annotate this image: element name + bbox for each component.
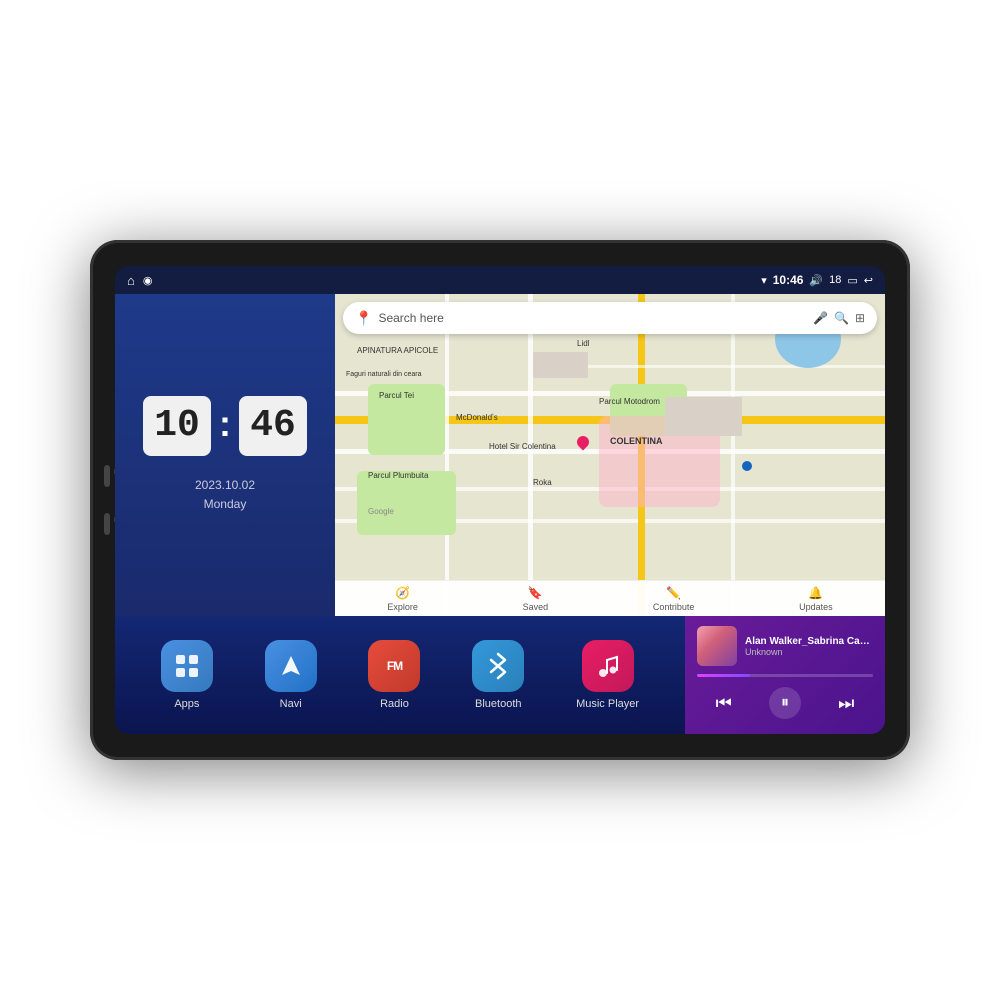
map-label-faguri: Faguri naturali din ceara bbox=[346, 371, 422, 378]
screen-bezel: ⌂ ◉ ▾ 10:46 🔊 18 ▭ ↩ bbox=[115, 266, 885, 734]
apps-label: Apps bbox=[174, 698, 199, 710]
updates-icon: 🔔 bbox=[808, 586, 823, 600]
home-icon[interactable]: ⌂ bbox=[127, 273, 135, 288]
clock-widget: 10 : 46 2023.10.02 Monday bbox=[115, 294, 335, 616]
status-left: ⌂ ◉ bbox=[127, 273, 152, 288]
saved-icon: 🔖 bbox=[528, 586, 543, 600]
map-search-bar[interactable]: 📍 Search here 🎤 🔍 ⊞ bbox=[343, 302, 877, 334]
bluetooth-label: Bluetooth bbox=[475, 698, 521, 710]
music-artist: Unknown bbox=[745, 647, 873, 657]
map-label-mcdonalds: McDonaldʼs bbox=[456, 413, 498, 422]
music-info: Alan Walker_Sabrina Carpenter_F... Unkno… bbox=[697, 626, 873, 666]
contribute-icon: ✏️ bbox=[666, 586, 681, 600]
map-label-tei: Parcul Tei bbox=[379, 391, 414, 400]
music-text: Alan Walker_Sabrina Carpenter_F... Unkno… bbox=[745, 636, 873, 657]
music-progress-bar bbox=[697, 674, 873, 677]
navi-label: Navi bbox=[280, 698, 302, 710]
music-widget: Alan Walker_Sabrina Carpenter_F... Unkno… bbox=[685, 616, 885, 734]
navi-icon bbox=[265, 640, 317, 692]
music-thumbnail bbox=[697, 626, 737, 666]
map-nav-explore[interactable]: 🧭 Explore bbox=[387, 586, 418, 612]
music-controls: ⏮ ⏸ ⏭ bbox=[697, 687, 873, 719]
bluetooth-icon-bg bbox=[472, 640, 524, 692]
contribute-label: Contribute bbox=[653, 602, 695, 612]
app-item-music[interactable]: Music Player bbox=[576, 640, 639, 710]
explore-label: Explore bbox=[387, 602, 418, 612]
next-button[interactable]: ⏭ bbox=[838, 693, 854, 714]
clock-display: 10 : 46 bbox=[143, 396, 307, 456]
map-search-placeholder: Search here bbox=[378, 311, 807, 325]
app-dock: Apps Navi FM bbox=[115, 616, 685, 734]
map-background: APINATURA APICOLE Lidl Garajul lui Mortu… bbox=[335, 294, 885, 616]
map-label-roka: Roka bbox=[533, 478, 552, 487]
google-maps-icon: 📍 bbox=[355, 310, 372, 327]
play-pause-button[interactable]: ⏸ bbox=[769, 687, 801, 719]
radio-icon: FM bbox=[368, 640, 420, 692]
mic-button[interactable] bbox=[104, 465, 110, 487]
map-nav-contribute[interactable]: ✏️ Contribute bbox=[653, 586, 695, 612]
app-item-bluetooth[interactable]: Bluetooth bbox=[472, 640, 524, 710]
map-pin-blue bbox=[742, 461, 752, 471]
map-label-hotel: Hotel Sir Colentina bbox=[489, 442, 556, 451]
radio-label: Radio bbox=[380, 698, 409, 710]
map-label-motodrom: Parcul Motodrom bbox=[599, 397, 660, 406]
volume-icon: 🔊 bbox=[809, 274, 823, 287]
battery-level: 18 bbox=[829, 274, 841, 286]
rst-button[interactable] bbox=[104, 513, 110, 535]
clock-date: 2023.10.02 Monday bbox=[195, 476, 255, 514]
map-label-plumbuita: Parcul Plumbuita bbox=[368, 471, 428, 480]
apps-icon bbox=[161, 640, 213, 692]
music-player-label: Music Player bbox=[576, 698, 639, 710]
car-head-unit: MIC RST ⌂ ◉ ▾ 10:46 🔊 18 ▭ ↩ bbox=[90, 240, 910, 760]
status-bar: ⌂ ◉ ▾ 10:46 🔊 18 ▭ ↩ bbox=[115, 266, 885, 294]
music-icon-bg bbox=[582, 640, 634, 692]
layers-icon[interactable]: ⊞ bbox=[855, 311, 865, 325]
prev-button[interactable]: ⏮ bbox=[716, 693, 732, 714]
side-buttons: MIC RST bbox=[104, 465, 110, 535]
map-label-lidl: Lidl bbox=[577, 339, 589, 348]
map-nav-updates[interactable]: 🔔 Updates bbox=[799, 586, 833, 612]
updates-label: Updates bbox=[799, 602, 833, 612]
nav-icon[interactable]: ◉ bbox=[143, 274, 153, 287]
lens-icon[interactable]: 🔍 bbox=[834, 311, 849, 325]
map-label-apinatura: APINATURA APICOLE bbox=[357, 346, 438, 355]
music-thumb-image bbox=[697, 626, 737, 666]
music-progress-fill bbox=[697, 674, 750, 677]
back-icon[interactable]: ↩ bbox=[864, 274, 873, 287]
map-nav-saved[interactable]: 🔖 Saved bbox=[523, 586, 549, 612]
music-title: Alan Walker_Sabrina Carpenter_F... bbox=[745, 636, 873, 647]
screen: ⌂ ◉ ▾ 10:46 🔊 18 ▭ ↩ bbox=[115, 266, 885, 734]
clock-hours: 10 bbox=[143, 396, 211, 456]
app-item-navi[interactable]: Navi bbox=[265, 640, 317, 710]
bottom-section: Apps Navi FM bbox=[115, 616, 885, 734]
explore-icon: 🧭 bbox=[395, 586, 410, 600]
saved-label: Saved bbox=[523, 602, 549, 612]
wifi-icon: ▾ bbox=[761, 274, 767, 287]
status-time: 10:46 bbox=[773, 273, 804, 287]
clock-minutes: 46 bbox=[239, 396, 307, 456]
app-item-radio[interactable]: FM Radio bbox=[368, 640, 420, 710]
top-section: 10 : 46 2023.10.02 Monday bbox=[115, 294, 885, 616]
clock-colon: : bbox=[219, 403, 231, 445]
battery-icon: ▭ bbox=[847, 274, 857, 287]
map-widget[interactable]: APINATURA APICOLE Lidl Garajul lui Mortu… bbox=[335, 294, 885, 616]
map-search-actions: 🎤 🔍 ⊞ bbox=[813, 311, 865, 325]
status-right: ▾ 10:46 🔊 18 ▭ ↩ bbox=[761, 273, 873, 287]
map-label-colentina: COLENTINA bbox=[610, 436, 663, 446]
mic-search-icon[interactable]: 🎤 bbox=[813, 311, 828, 325]
map-bottom-bar: 🧭 Explore 🔖 Saved ✏️ Contribute bbox=[335, 580, 885, 616]
app-item-apps[interactable]: Apps bbox=[161, 640, 213, 710]
main-content: 10 : 46 2023.10.02 Monday bbox=[115, 294, 885, 734]
map-label-google: Google bbox=[368, 507, 394, 516]
